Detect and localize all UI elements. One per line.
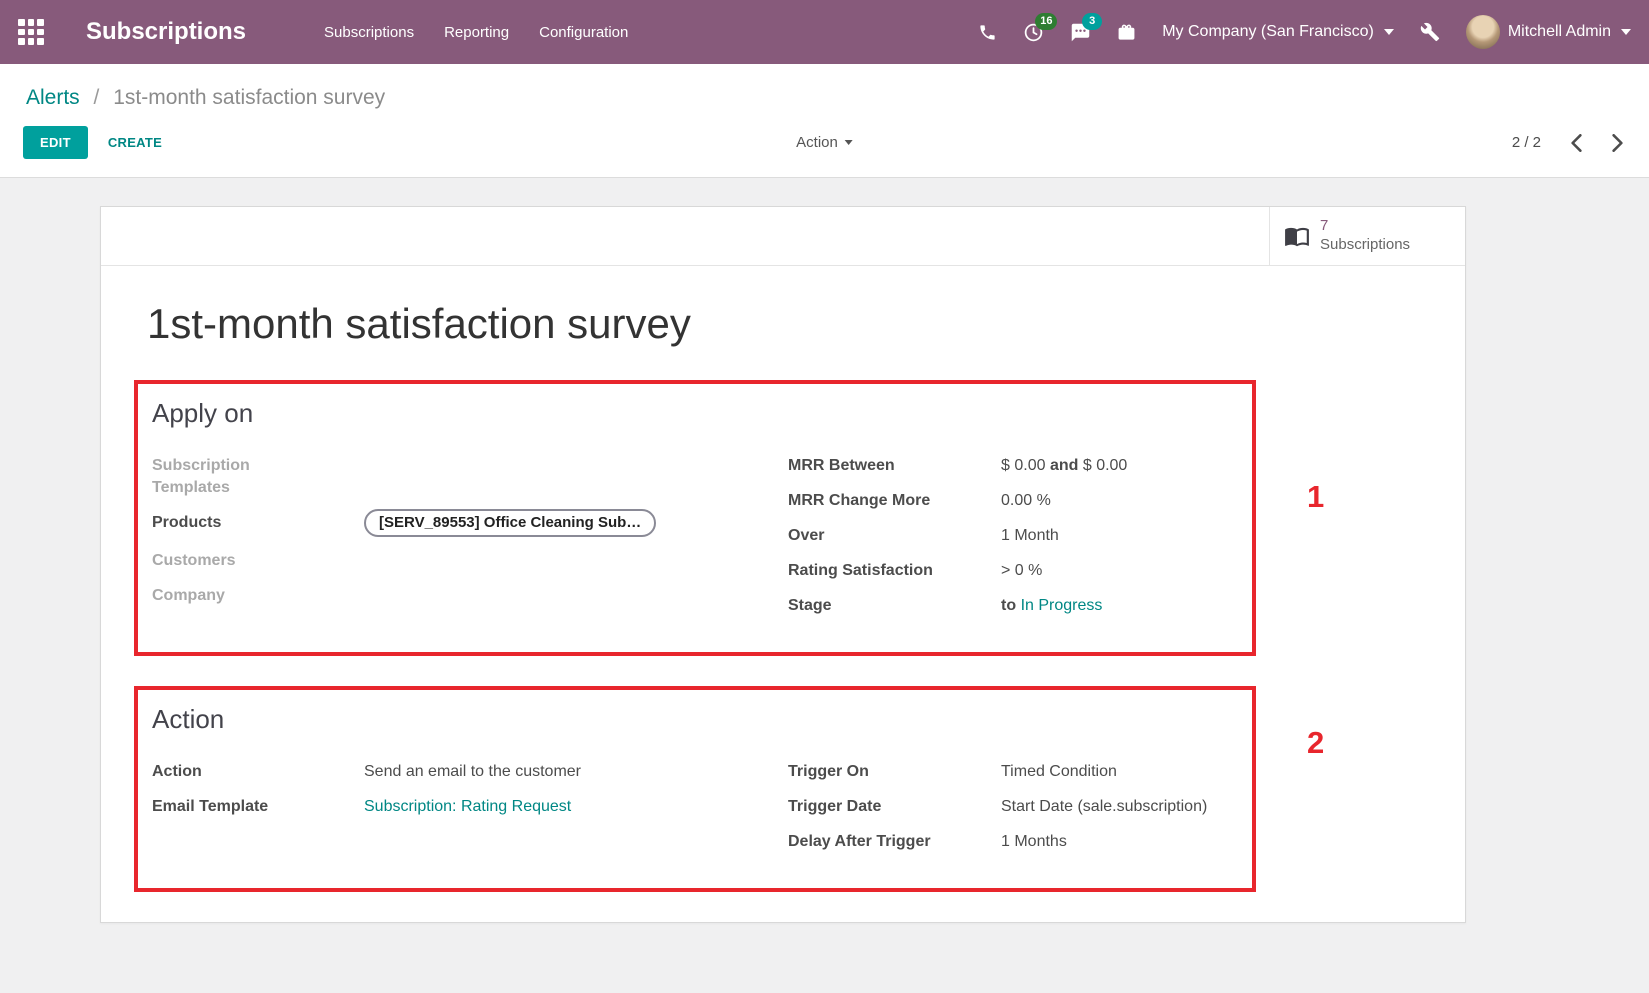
rating-satisfaction-label: Rating Satisfaction — [788, 560, 1001, 582]
breadcrumb-current: 1st-month satisfaction survey — [113, 86, 385, 109]
field-stage: Stage to In Progress — [788, 595, 1236, 617]
menu-configuration[interactable]: Configuration — [539, 24, 628, 41]
field-products: Products [SERV_89553] Office Cleaning Su… — [152, 512, 788, 537]
stat-count: 7 — [1320, 217, 1328, 234]
mrr-change-value: 0.00 % — [1001, 490, 1051, 512]
chevron-down-icon — [1384, 29, 1394, 35]
mrr-between-and: and — [1050, 457, 1078, 474]
apps-menu-icon[interactable] — [18, 19, 44, 45]
email-template-link[interactable]: Subscription: Rating Request — [364, 798, 571, 815]
annotation-number-1: 1 — [1307, 479, 1324, 515]
products-label: Products — [152, 512, 364, 534]
stage-label: Stage — [788, 595, 1001, 617]
pager-next-icon[interactable] — [1612, 134, 1623, 152]
field-rating-satisfaction: Rating Satisfaction > 0 % — [788, 560, 1236, 582]
mrr-between-label: MRR Between — [788, 455, 1001, 477]
company-switcher[interactable]: My Company (San Francisco) — [1162, 23, 1394, 41]
messages-badge: 3 — [1082, 13, 1102, 30]
action-heading: Action — [152, 704, 1252, 735]
menu-reporting[interactable]: Reporting — [444, 24, 509, 41]
user-name: Mitchell Admin — [1508, 23, 1611, 41]
email-template-label: Email Template — [152, 796, 364, 818]
annotation-number-2: 2 — [1307, 725, 1324, 761]
action-dropdown-label: Action — [796, 134, 838, 151]
over-label: Over — [788, 525, 1001, 547]
field-mrr-change: MRR Change More 0.00 % — [788, 490, 1236, 512]
user-menu[interactable]: Mitchell Admin — [1466, 15, 1631, 49]
phone-icon[interactable] — [978, 23, 997, 42]
pager: 2 / 2 — [1512, 134, 1623, 152]
book-icon — [1284, 223, 1310, 249]
product-tag: [SERV_89553] Office Cleaning Sub… — [364, 509, 656, 537]
action-label: Action — [152, 761, 364, 783]
navbar-systray: 16 3 My Company (San Francisco) Mitchell… — [978, 15, 1631, 49]
top-navbar: Subscriptions Subscriptions Reporting Co… — [0, 0, 1649, 64]
button-box: 7 Subscriptions — [101, 207, 1465, 266]
field-subscription-templates: Subscription Templates — [152, 455, 788, 499]
company-label: Company — [152, 585, 364, 607]
rating-satisfaction-value: > 0 % — [1001, 560, 1042, 582]
delay-after-trigger-value: 1 Months — [1001, 831, 1067, 853]
field-customers: Customers — [152, 550, 788, 572]
field-mrr-between: MRR Between $ 0.00 and $ 0.00 — [788, 455, 1236, 477]
field-over: Over 1 Month — [788, 525, 1236, 547]
trigger-on-label: Trigger On — [788, 761, 1001, 783]
field-trigger-on: Trigger On Timed Condition — [788, 761, 1236, 783]
content-area: 7 Subscriptions 1st-month satisfaction s… — [0, 178, 1649, 991]
menu-subscriptions[interactable]: Subscriptions — [324, 24, 414, 41]
debug-wrench-icon[interactable] — [1420, 22, 1440, 42]
pager-previous-icon[interactable] — [1571, 134, 1582, 152]
chevron-down-icon — [845, 140, 853, 145]
trigger-on-value: Timed Condition — [1001, 761, 1117, 783]
stat-label: Subscriptions — [1320, 236, 1410, 253]
customers-label: Customers — [152, 550, 364, 572]
main-menu: Subscriptions Reporting Configuration — [324, 24, 628, 41]
action-section: Action Action Send an email to the custo… — [134, 686, 1256, 892]
apply-on-heading: Apply on — [152, 398, 1252, 429]
activities-badge: 16 — [1035, 13, 1057, 30]
breadcrumb-alerts[interactable]: Alerts — [26, 86, 80, 109]
field-action: Action Send an email to the customer — [152, 761, 788, 783]
pager-value[interactable]: 2 / 2 — [1512, 134, 1541, 151]
gift-icon[interactable] — [1117, 23, 1136, 42]
apply-on-section: Apply on Subscription Templates Products… — [134, 380, 1256, 656]
stage-to: to — [1001, 597, 1016, 614]
trigger-date-value: Start Date (sale.subscription) — [1001, 796, 1207, 818]
delay-after-trigger-label: Delay After Trigger — [788, 831, 1001, 853]
breadcrumb-separator: / — [94, 86, 100, 109]
action-value: Send an email to the customer — [364, 761, 581, 783]
activities-clock-icon[interactable]: 16 — [1023, 22, 1044, 43]
form-sheet: 7 Subscriptions 1st-month satisfaction s… — [100, 206, 1466, 923]
create-button[interactable]: CREATE — [108, 135, 162, 150]
mrr-between-max: $ 0.00 — [1083, 457, 1127, 474]
field-company: Company — [152, 585, 788, 607]
mrr-change-label: MRR Change More — [788, 490, 1001, 512]
company-name: My Company (San Francisco) — [1162, 23, 1374, 41]
mrr-between-min: $ 0.00 — [1001, 457, 1045, 474]
over-value: 1 Month — [1001, 525, 1059, 547]
messages-icon[interactable]: 3 — [1070, 22, 1091, 43]
breadcrumb: Alerts / 1st-month satisfaction survey — [0, 64, 1649, 114]
trigger-date-label: Trigger Date — [788, 796, 1001, 818]
chevron-down-icon — [1621, 29, 1631, 35]
field-email-template: Email Template Subscription: Rating Requ… — [152, 796, 788, 818]
control-panel: EDIT CREATE Action 2 / 2 — [0, 114, 1649, 178]
edit-button[interactable]: EDIT — [23, 126, 88, 159]
avatar — [1466, 15, 1500, 49]
field-delay-after-trigger: Delay After Trigger 1 Months — [788, 831, 1236, 853]
subscription-templates-label: Subscription Templates — [152, 455, 302, 499]
record-title: 1st-month satisfaction survey — [147, 300, 1465, 348]
action-dropdown[interactable]: Action — [796, 134, 853, 151]
stage-value-link[interactable]: In Progress — [1021, 597, 1103, 614]
app-title[interactable]: Subscriptions — [86, 18, 246, 46]
field-trigger-date: Trigger Date Start Date (sale.subscripti… — [788, 796, 1236, 818]
subscriptions-stat-button[interactable]: 7 Subscriptions — [1269, 207, 1465, 265]
